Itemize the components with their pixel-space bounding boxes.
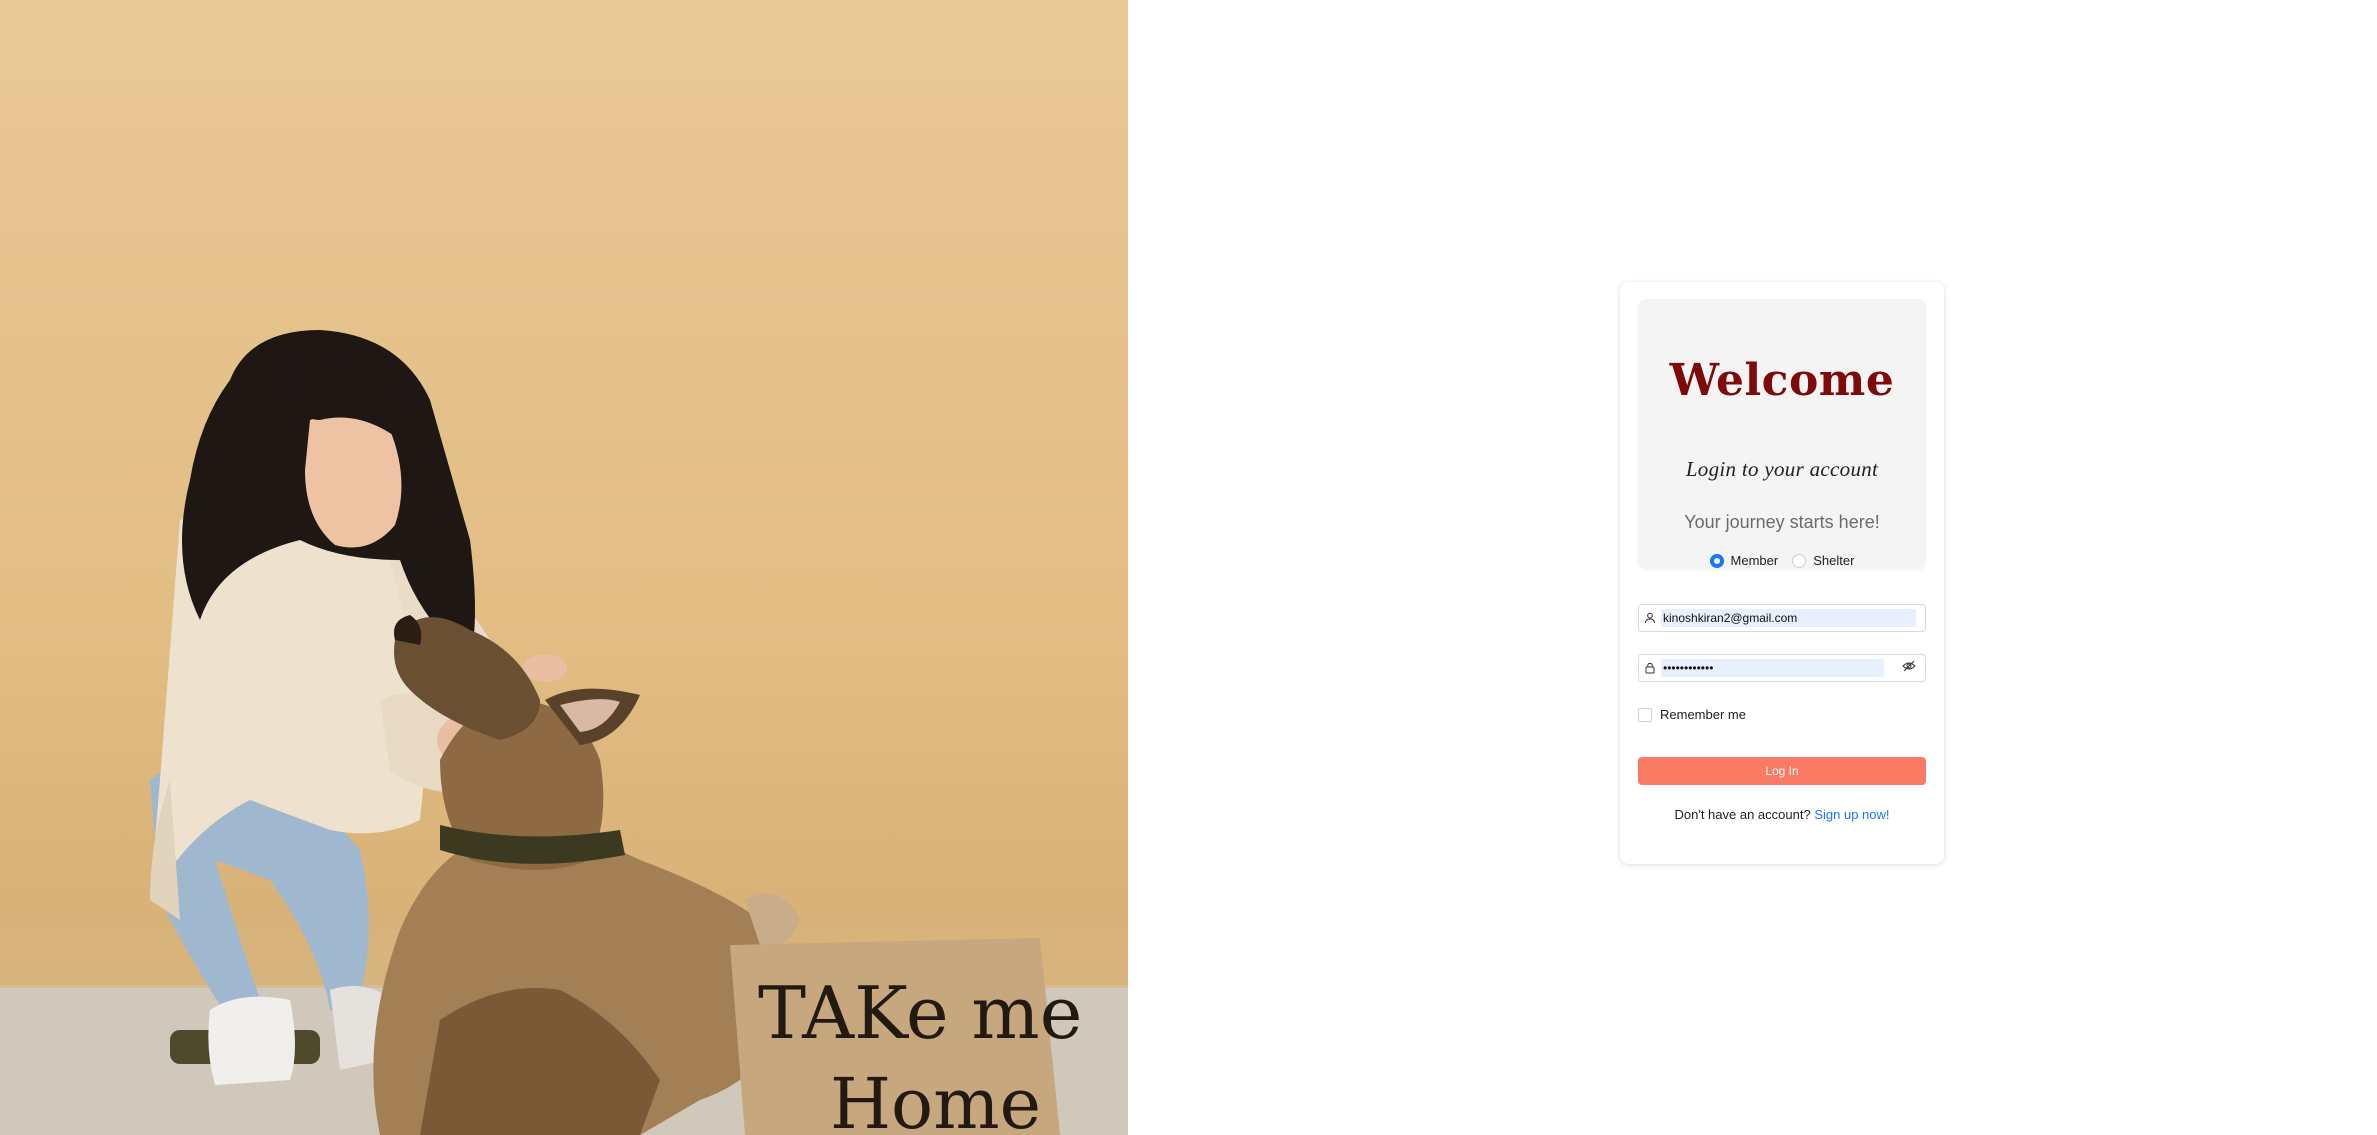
signup-prompt-text: Don't have an account? (1674, 807, 1811, 822)
role-radio-group: Member Shelter (1638, 553, 1926, 568)
radio-unchecked-icon[interactable] (1792, 553, 1807, 568)
radio-checked-icon[interactable] (1709, 553, 1724, 568)
email-field[interactable]: kinoshkiran2@gmail.com (1638, 604, 1926, 632)
signup-link[interactable]: Sign up now! (1814, 807, 1889, 822)
signup-prompt: Don't have an account? Sign up now! (1620, 807, 1944, 822)
role-member-label: Member (1730, 553, 1779, 568)
cardboard-sign: TAKe me Home (730, 938, 1082, 1135)
login-card: Welcome Login to your account Your journ… (1620, 282, 1944, 864)
email-input[interactable]: kinoshkiran2@gmail.com (1661, 609, 1916, 627)
hero-photo: TAKe me Home (0, 0, 1128, 1135)
welcome-panel: Welcome Login to your account Your journ… (1638, 299, 1926, 569)
role-member-radio[interactable]: Member (1709, 553, 1779, 568)
role-shelter-label: Shelter (1813, 553, 1855, 568)
lock-icon (1639, 662, 1661, 674)
checkbox-icon[interactable] (1638, 707, 1652, 722)
login-subtitle: Login to your account (1685, 457, 1879, 481)
remember-me-label: Remember me (1660, 707, 1746, 722)
svg-text:Home: Home (830, 1063, 1041, 1135)
woman-with-dog-illustration: TAKe me Home (0, 330, 1128, 1135)
toggle-password-visibility-button[interactable] (1893, 654, 1926, 682)
svg-text:TAKe me: TAKe me (758, 971, 1082, 1055)
role-shelter-radio[interactable]: Shelter (1792, 553, 1854, 568)
password-field[interactable]: •••••••••••• (1638, 654, 1894, 682)
remember-me-checkbox[interactable]: Remember me (1638, 707, 1746, 722)
eye-invisible-icon (1902, 659, 1916, 677)
user-icon (1639, 612, 1661, 624)
login-button[interactable]: Log In (1638, 757, 1926, 785)
page-title: Welcome (1669, 355, 1895, 406)
password-input[interactable]: •••••••••••• (1661, 659, 1884, 677)
tagline: Your journey starts here! (1684, 512, 1880, 532)
